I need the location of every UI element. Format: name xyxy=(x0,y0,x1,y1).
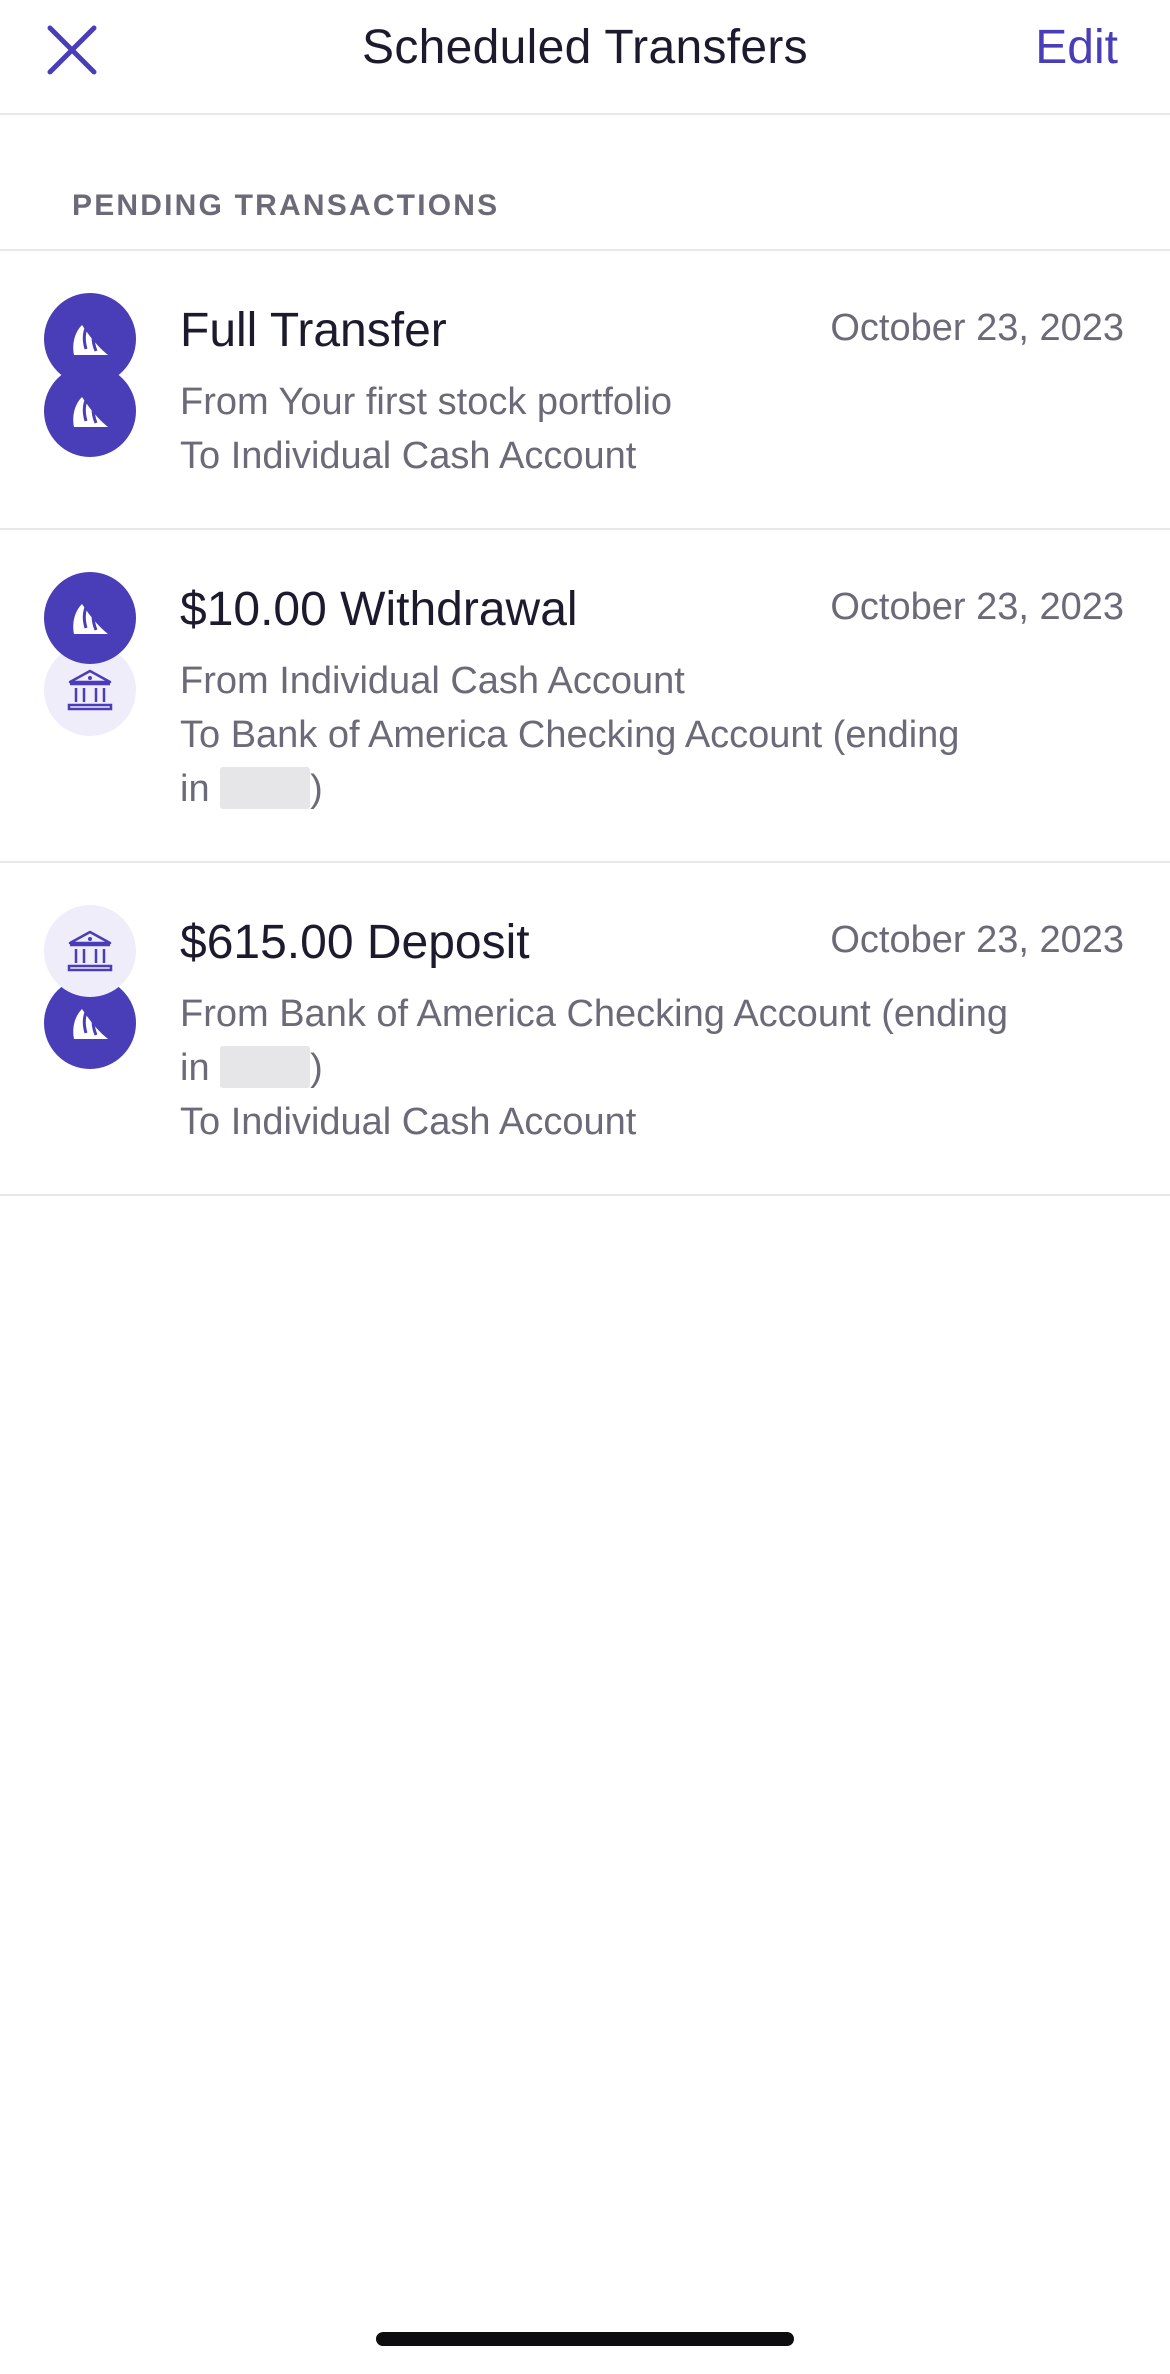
transaction-to-line1: To Bank of America Checking Account (end… xyxy=(180,714,960,756)
transfer-icon-stack xyxy=(44,293,136,461)
transaction-to-line2: in ) xyxy=(180,762,1060,816)
redacted-account-number xyxy=(220,767,311,809)
redacted-account-number xyxy=(220,1046,311,1088)
brand-logo-icon xyxy=(44,572,136,664)
brand-logo-icon xyxy=(44,365,136,457)
bank-icon xyxy=(44,905,136,997)
transaction-from-line2: in ) xyxy=(180,1041,1060,1095)
edit-button[interactable]: Edit xyxy=(1035,20,1118,75)
page-title: Scheduled Transfers xyxy=(362,21,808,74)
transfer-icon-stack xyxy=(44,905,136,1073)
section-label-pending: PENDING TRANSACTIONS xyxy=(72,189,500,222)
transaction-date: October 23, 2023 xyxy=(830,586,1124,628)
transaction-row[interactable]: Full Transfer October 23, 2023 From Your… xyxy=(0,251,1170,530)
transaction-date: October 23, 2023 xyxy=(830,919,1124,961)
transaction-to: To Individual Cash Account xyxy=(180,435,637,477)
ending-suffix: ) xyxy=(310,1047,323,1089)
transaction-from-line1: From Bank of America Checking Account (e… xyxy=(180,993,1008,1035)
transaction-from: From Bank of America Checking Account (e… xyxy=(180,987,1060,1095)
navigation-header: Scheduled Transfers Edit xyxy=(0,0,1170,115)
ending-prefix: in xyxy=(180,768,210,810)
transaction-to: To Bank of America Checking Account (end… xyxy=(180,708,1060,816)
section-header: PENDING TRANSACTIONS xyxy=(0,115,1170,251)
transaction-title: Full Transfer xyxy=(180,304,447,357)
transaction-row[interactable]: $615.00 Deposit October 23, 2023 From Ba… xyxy=(0,863,1170,1196)
transaction-from: From Individual Cash Account xyxy=(180,660,685,702)
ending-prefix: in xyxy=(180,1047,210,1089)
transaction-from: From Your first stock portfolio xyxy=(180,381,673,423)
transaction-to: To Individual Cash Account xyxy=(180,1101,637,1143)
home-indicator[interactable] xyxy=(376,2332,794,2346)
transaction-title: $615.00 Deposit xyxy=(180,916,530,969)
transfer-icon-stack xyxy=(44,572,136,740)
ending-suffix: ) xyxy=(310,768,323,810)
transaction-row[interactable]: $10.00 Withdrawal October 23, 2023 From … xyxy=(0,530,1170,863)
transaction-title: $10.00 Withdrawal xyxy=(180,583,578,636)
transaction-date: October 23, 2023 xyxy=(830,307,1124,349)
